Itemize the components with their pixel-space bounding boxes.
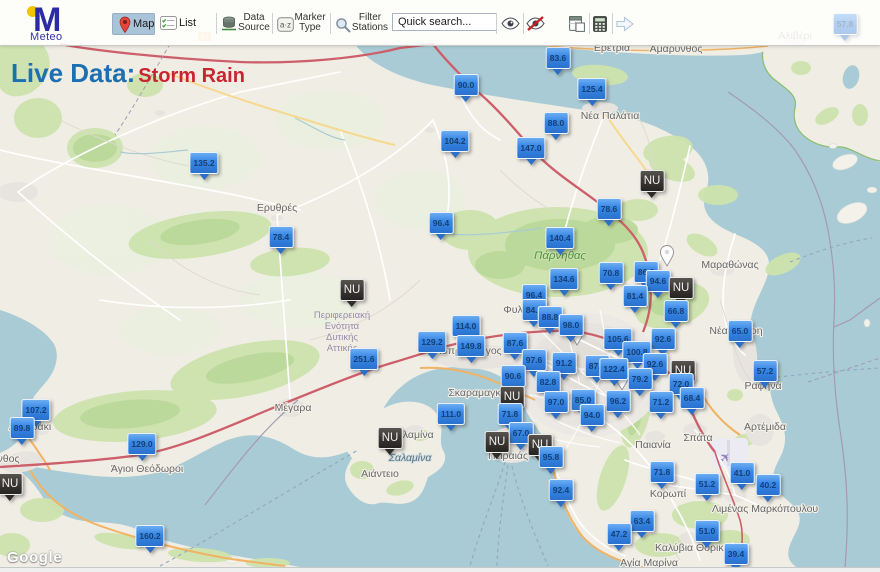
svg-text:Αιάντειο: Αιάντειο: [361, 468, 399, 480]
svg-text:Αρτέμιδα: Αρτέμιδα: [744, 421, 786, 433]
svg-text:Νέα Παλάτια: Νέα Παλάτια: [581, 110, 640, 122]
svg-text:Άγιοι Θεόδωροι: Άγιοι Θεόδωροι: [111, 463, 184, 475]
svg-text:Δυτικής: Δυτικής: [326, 332, 358, 343]
svg-text:Μαραθώνας: Μαραθώνας: [701, 259, 758, 271]
svg-text:Μέγαρα: Μέγαρα: [275, 402, 312, 414]
svg-text:Σπάτα: Σπάτα: [683, 432, 712, 444]
svg-text:Κορωπί: Κορωπί: [650, 488, 687, 500]
svg-text:Ερυθρές: Ερυθρές: [257, 202, 297, 214]
svg-text:Παιανία: Παιανία: [635, 439, 671, 451]
svg-text:Κόρινθος: Κόρινθος: [0, 453, 20, 465]
svg-text:Ενότητα: Ενότητα: [325, 321, 360, 332]
svg-text:Περιφερειακή: Περιφερειακή: [314, 310, 370, 321]
svg-text:Αγία Μαρίνα: Αγία Μαρίνα: [620, 557, 678, 567]
svg-text:Λιμένας Μαρκόπουλου: Λιμένας Μαρκόπουλου: [712, 503, 819, 515]
